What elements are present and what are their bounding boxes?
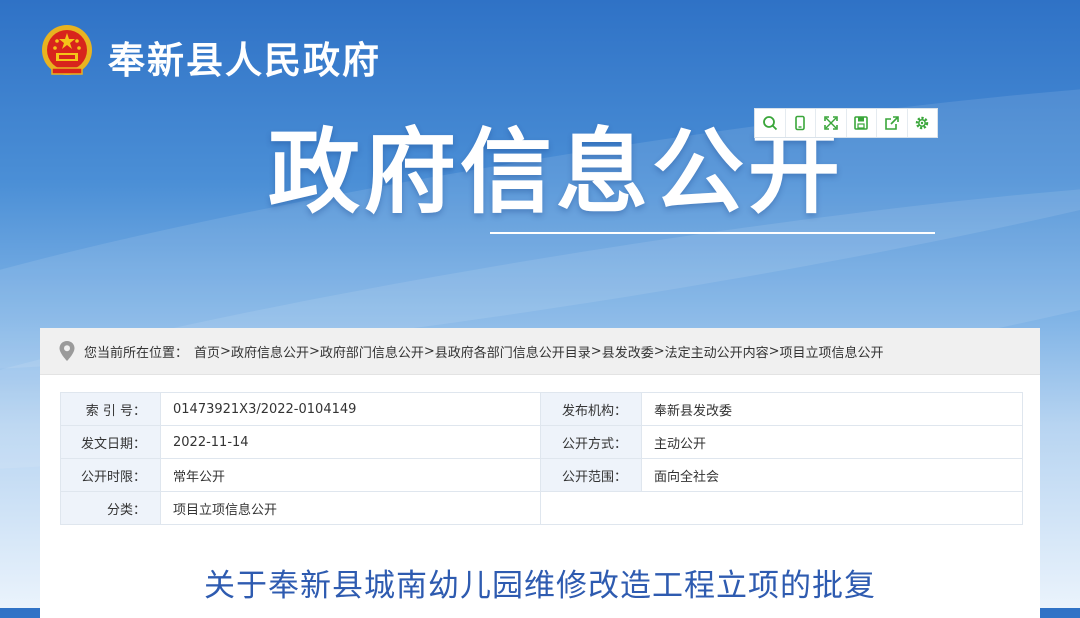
breadcrumb-item-dept-catalog[interactable]: 县政府各部门信息公开目录 xyxy=(435,342,591,361)
breadcrumb-separator: > xyxy=(423,343,435,359)
save-button[interactable] xyxy=(847,109,877,137)
meta-empty-cell xyxy=(540,491,1023,525)
document-title: 关于奉新县城南幼儿园维修改造工程立项的批复 xyxy=(204,568,876,604)
meta-value-disclosure-period: 常年公开 xyxy=(160,458,541,492)
meta-label-disclosure-scope: 公开范围： xyxy=(540,458,642,492)
breadcrumb-separator: > xyxy=(653,343,665,359)
meta-value-disclosure-scope: 面向全社会 xyxy=(641,458,1023,492)
breadcrumb-item-drc[interactable]: 县发改委 xyxy=(602,342,654,361)
breadcrumb-separator: > xyxy=(220,343,231,359)
meta-value-publisher: 奉新县发改委 xyxy=(641,392,1023,426)
meta-label-disclosure-method: 公开方式： xyxy=(540,425,642,459)
breadcrumb-item-gov-info[interactable]: 政府信息公开 xyxy=(231,342,309,361)
hero-underline xyxy=(490,232,935,234)
site-title: 奉新县人民政府 xyxy=(108,39,381,82)
breadcrumb-label: 您当前所在位置： xyxy=(84,345,189,361)
save-icon xyxy=(854,116,869,130)
table-row: 发文日期： 2022-11-14 公开方式： 主动公开 xyxy=(60,425,1023,459)
breadcrumb-item-home[interactable]: 首页 xyxy=(194,342,220,361)
table-row: 索 引 号： 01473921X3/2022-0104149 发布机构： 奉新县… xyxy=(60,392,1023,426)
national-emblem-icon xyxy=(42,25,92,75)
location-pin-icon xyxy=(59,341,75,361)
meta-label-issue-date: 发文日期： xyxy=(60,425,161,459)
content-panel: 您当前所在位置： 首页 > 政府信息公开 > 政府部门信息公开 > 县政府各部门信息公开目录… xyxy=(40,328,1040,618)
search-button[interactable] xyxy=(755,109,786,137)
breadcrumb-separator: > xyxy=(768,343,780,359)
meta-value-issue-date: 2022-11-14 xyxy=(160,425,541,459)
breadcrumb-item-dept-info[interactable]: 政府部门信息公开 xyxy=(320,342,424,361)
share-button[interactable] xyxy=(877,109,908,137)
breadcrumb-separator: > xyxy=(308,343,320,359)
search-icon xyxy=(762,116,777,131)
accessibility-toolbar xyxy=(754,108,938,138)
share-icon xyxy=(884,116,899,130)
meta-label-publisher: 发布机构： xyxy=(540,392,642,426)
breadcrumb-item-project[interactable]: 项目立项信息公开 xyxy=(780,342,884,361)
mobile-button[interactable] xyxy=(786,109,816,137)
breadcrumb-separator: > xyxy=(590,343,602,359)
settings-button[interactable] xyxy=(908,109,938,137)
breadcrumb: 您当前所在位置： 首页 > 政府信息公开 > 政府部门信息公开 > 县政府各部门信息公开目录… xyxy=(40,328,1040,375)
table-row: 公开时限： 常年公开 公开范围： 面向全社会 xyxy=(60,458,1023,492)
breadcrumb-item-statutory[interactable]: 法定主动公开内容 xyxy=(665,342,769,361)
meta-label-category: 分类： xyxy=(60,491,161,525)
meta-value-index-number: 01473921X3/2022-0104149 xyxy=(160,392,541,426)
meta-label-disclosure-period: 公开时限： xyxy=(60,458,161,492)
meta-value-disclosure-method: 主动公开 xyxy=(641,425,1023,459)
mobile-icon xyxy=(795,115,806,131)
fullscreen-icon xyxy=(823,116,838,130)
fullscreen-button[interactable] xyxy=(816,109,847,137)
meta-label-index-number: 索 引 号： xyxy=(60,392,161,426)
table-row: 分类： 项目立项信息公开 xyxy=(60,491,1023,525)
document-metadata-table: 索 引 号： 01473921X3/2022-0104149 发布机构： 奉新县… xyxy=(60,392,1023,525)
settings-icon xyxy=(916,116,929,130)
meta-value-category: 项目立项信息公开 xyxy=(160,491,541,525)
